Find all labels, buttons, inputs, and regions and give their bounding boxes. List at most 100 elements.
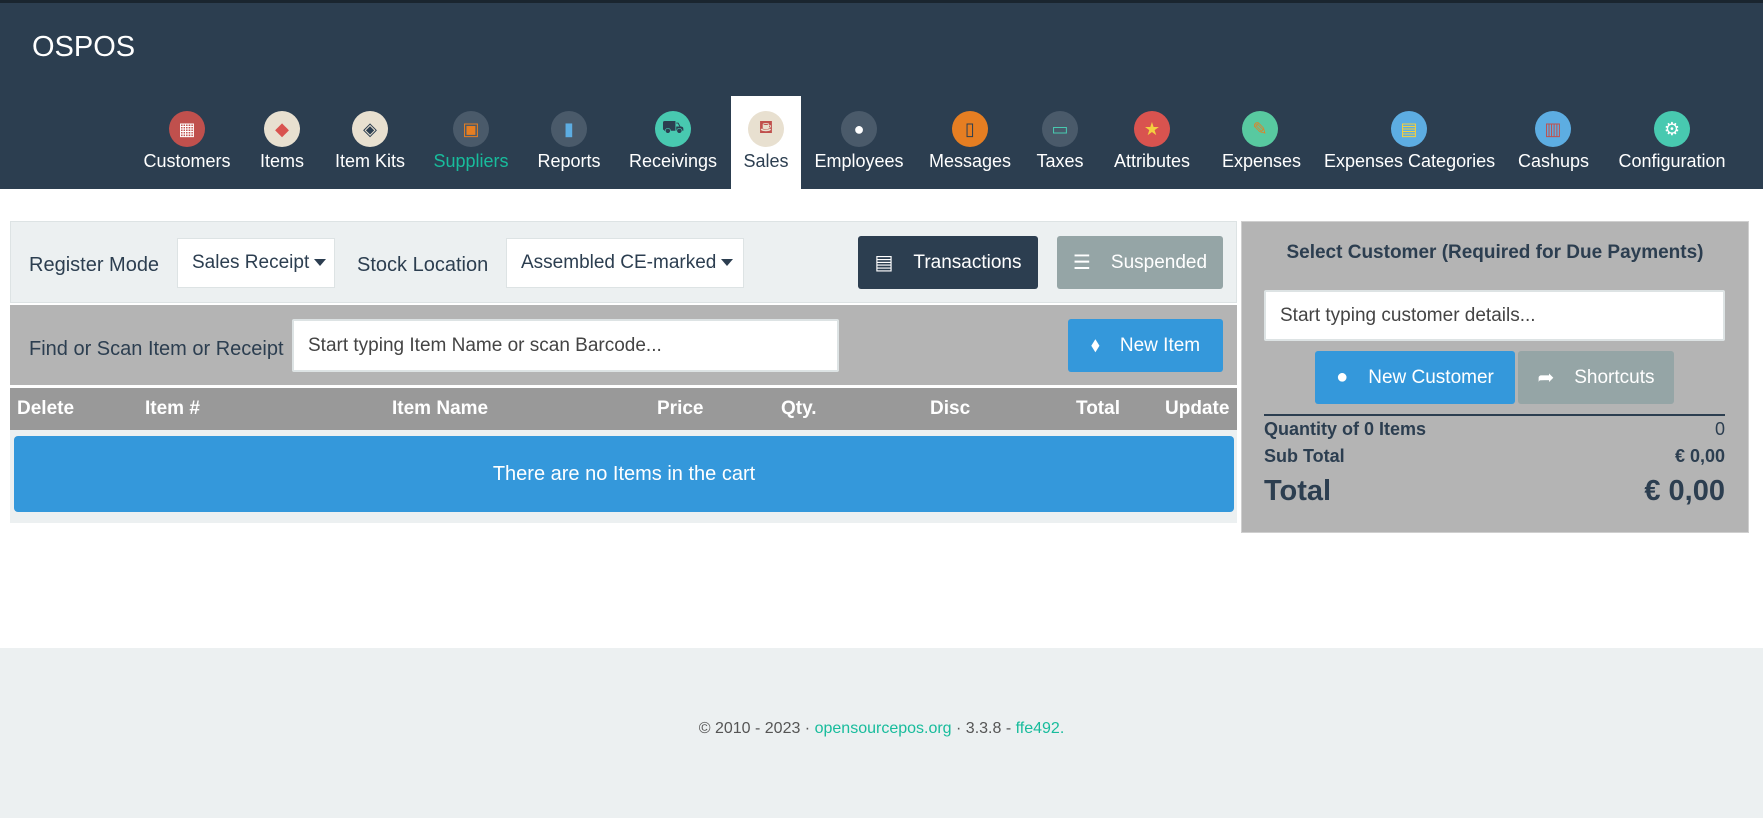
phone-icon: ▯ — [952, 111, 988, 147]
suspended-label: Suspended — [1110, 251, 1208, 273]
nav-item-expenses-categories[interactable]: ▤ Expenses Categories — [1324, 96, 1496, 192]
new-item-button[interactable]: ⬧ New Item — [1068, 319, 1223, 372]
quantity-value: 0 — [1714, 419, 1725, 439]
nav-item-items[interactable]: ◆ Items — [253, 96, 311, 192]
footer-text: © 2010 - 2023 · opensourcepos.org · 3.3.… — [0, 720, 1763, 738]
item-search-input[interactable]: Start typing Item Name or scan Barcode..… — [292, 319, 839, 372]
footer-copyright: © 2010 - 2023 · — [698, 720, 811, 737]
transactions-button[interactable]: ▤ Transactions — [858, 236, 1038, 289]
nav-item-sales[interactable]: ⛾ Sales — [731, 96, 801, 192]
share-icon: ➦ — [1537, 367, 1555, 389]
shortcuts-button[interactable]: ➦ Shortcuts — [1518, 351, 1674, 404]
shortcuts-label: Shortcuts — [1574, 366, 1655, 388]
chevron-down-icon — [721, 259, 734, 267]
nav-label: Sales — [743, 151, 789, 171]
top-navbar: OSPOS ▦ Customers ◆ Items ◈ Item Kits ▣ … — [0, 0, 1763, 192]
footer-commit-link[interactable]: ffe492. — [1016, 720, 1065, 737]
clipboard-icon: ▤ — [1391, 111, 1427, 147]
find-item-label: Find or Scan Item or Receipt — [29, 338, 284, 360]
stock-location-select[interactable]: Assembled CE-marked — [506, 238, 744, 288]
nav-item-expenses[interactable]: ✎ Expenses — [1222, 96, 1302, 192]
subtotal-label: Sub Total — [1264, 446, 1345, 466]
footer-version: · 3.3.8 - — [956, 720, 1012, 737]
nav-label: Employees — [814, 151, 904, 171]
edit-icon: ✎ — [1242, 111, 1278, 147]
item-search-placeholder: Start typing Item Name or scan Barcode..… — [308, 334, 662, 356]
nav-label: Customers — [143, 151, 231, 171]
nav-label: Expenses Categories — [1324, 151, 1496, 171]
align-justify-icon: ☰ — [1072, 252, 1091, 274]
total-row: Total € 0,00 — [1264, 475, 1725, 508]
register-mode-value: Sales Receipt — [192, 252, 310, 273]
new-customer-label: New Customer — [1368, 366, 1494, 388]
nav-label: Taxes — [1036, 151, 1084, 171]
stock-location-label: Stock Location — [357, 254, 489, 276]
nav-label: Items — [259, 151, 304, 171]
register-mode-label: Register Mode — [29, 254, 160, 276]
chevron-down-icon — [314, 259, 327, 267]
person-icon: ● — [841, 111, 877, 147]
empty-cart-message: There are no Items in the cart — [14, 436, 1234, 512]
bar-chart-icon: ▮ — [551, 111, 587, 147]
total-label: Total — [1264, 475, 1332, 507]
user-icon: ● — [1336, 366, 1349, 388]
money-icon: ▭ — [1042, 111, 1078, 147]
subtotal-row: Sub Total € 0,00 — [1264, 446, 1725, 467]
select-customer-title: Select Customer (Required for Due Paymen… — [1286, 242, 1704, 263]
customers-icon: ▦ — [169, 111, 205, 147]
nav-item-receivings[interactable]: ⛟ Receivings — [627, 96, 719, 192]
gear-icon: ⚙ — [1654, 111, 1690, 147]
customer-search-input[interactable]: Start typing customer details... — [1264, 290, 1725, 341]
cart-table-header: Delete Item # Item Name Price Qty. Disc … — [10, 388, 1237, 430]
stack-icon: ◈ — [352, 111, 388, 147]
brand-logo[interactable]: OSPOS — [32, 31, 135, 64]
customer-search-placeholder: Start typing customer details... — [1280, 304, 1536, 326]
nav-item-cashups[interactable]: ▥ Cashups — [1518, 96, 1590, 192]
nav-item-configuration[interactable]: ⚙ Configuration — [1616, 96, 1728, 192]
quantity-label: Quantity of 0 Items — [1264, 419, 1427, 439]
nav-label: Configuration — [1618, 151, 1726, 171]
register-mode-select[interactable]: Sales Receipt — [177, 238, 335, 288]
nav-item-employees[interactable]: ● Employees — [813, 96, 905, 192]
nav-item-customers[interactable]: ▦ Customers — [136, 96, 238, 192]
nav-label: Receivings — [628, 151, 718, 171]
col-delete: Delete — [17, 398, 75, 419]
nav-label: Item Kits — [334, 151, 405, 171]
tag-icon: ◆ — [264, 111, 300, 147]
nav-label: Attributes — [1113, 151, 1191, 171]
nav-item-taxes[interactable]: ▭ Taxes — [1032, 96, 1088, 192]
basket-icon: ⛾ — [748, 111, 784, 147]
star-icon: ★ — [1134, 111, 1170, 147]
nav-label: Messages — [928, 151, 1012, 171]
nav-item-reports[interactable]: ▮ Reports — [533, 96, 605, 192]
nav-label: Cashups — [1518, 151, 1590, 171]
nav-item-attributes[interactable]: ★ Attributes — [1108, 96, 1196, 192]
main-nav: ▦ Customers ◆ Items ◈ Item Kits ▣ Suppli… — [0, 96, 1763, 192]
total-value: € 0,00 — [1644, 475, 1725, 507]
subtotal-value: € 0,00 — [1674, 446, 1725, 466]
suspended-button[interactable]: ☰ Suspended — [1057, 236, 1223, 289]
dolly-icon: ⛟ — [655, 111, 691, 147]
col-price: Price — [657, 398, 704, 419]
nav-label: Expenses — [1222, 151, 1302, 171]
nav-item-item-kits[interactable]: ◈ Item Kits — [328, 96, 412, 192]
list-icon: ▤ — [874, 252, 894, 274]
summary-divider — [1264, 414, 1725, 416]
col-item-name: Item Name — [392, 398, 489, 419]
footer-link[interactable]: opensourcepos.org — [815, 720, 952, 737]
new-item-label: New Item — [1119, 334, 1201, 356]
transactions-label: Transactions — [913, 251, 1022, 273]
new-customer-button[interactable]: ● New Customer — [1315, 351, 1515, 404]
col-update: Update — [1165, 398, 1230, 419]
col-disc: Disc — [930, 398, 971, 419]
quantity-row: Quantity of 0 Items 0 — [1264, 419, 1725, 440]
col-total: Total — [1076, 398, 1120, 419]
nav-label: Suppliers — [433, 151, 509, 171]
briefcase-icon: ▣ — [453, 111, 489, 147]
col-item-number: Item # — [145, 398, 200, 419]
nav-item-suppliers[interactable]: ▣ Suppliers — [430, 96, 512, 192]
nav-label: Reports — [537, 151, 601, 171]
tag-icon: ⬧ — [1090, 334, 1100, 356]
stock-location-value: Assembled CE-marked — [521, 252, 717, 273]
nav-item-messages[interactable]: ▯ Messages — [928, 96, 1012, 192]
